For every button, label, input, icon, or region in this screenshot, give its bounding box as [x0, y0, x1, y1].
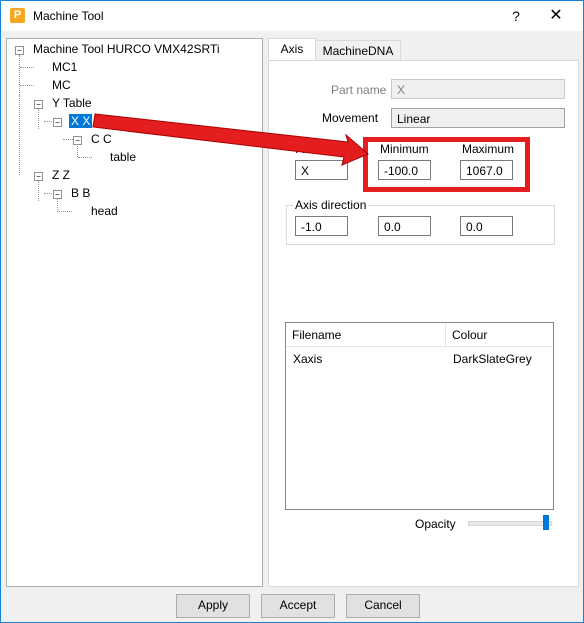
address-label: Address: [296, 142, 341, 156]
collapse-toggle[interactable]: −: [34, 100, 43, 109]
collapse-toggle[interactable]: −: [73, 136, 82, 145]
tree-item-c-c[interactable]: C C: [91, 132, 112, 146]
column-header-filename[interactable]: Filename: [286, 323, 446, 347]
help-button[interactable]: ?: [506, 6, 526, 26]
tree-connector: [77, 144, 78, 157]
axis-direction-z-field[interactable]: 0.0: [460, 216, 513, 236]
window-title: Machine Tool: [33, 9, 104, 23]
tab-machine-dna[interactable]: MachineDNA: [315, 40, 401, 62]
collapse-toggle[interactable]: −: [15, 46, 24, 55]
tree-connector: [58, 211, 72, 212]
tree-connector: [19, 95, 20, 175]
tree-item-mc[interactable]: MC: [52, 78, 71, 92]
opacity-slider-track[interactable]: [468, 521, 552, 526]
collapse-toggle[interactable]: −: [53, 190, 62, 199]
tree-item-head[interactable]: head: [91, 204, 118, 218]
app-icon: P: [10, 8, 25, 23]
opacity-label: Opacity: [415, 517, 456, 531]
accept-button[interactable]: Accept: [261, 594, 335, 618]
files-table[interactable]: Filename Colour Xaxis DarkSlateGrey: [285, 322, 554, 510]
machine-tree[interactable]: − Machine Tool HURCO VMX42SRTi MC1 MC − …: [6, 38, 263, 587]
tree-connector: [20, 85, 34, 86]
tree-item-z-z[interactable]: Z Z: [52, 168, 70, 182]
close-button[interactable]: ✕: [546, 6, 566, 26]
tree-connector: [19, 55, 20, 95]
opacity-slider-thumb[interactable]: [543, 515, 549, 530]
axis-direction-y-field[interactable]: 0.0: [378, 216, 431, 236]
tree-item-b-b[interactable]: B B: [71, 186, 90, 200]
collapse-toggle[interactable]: −: [34, 172, 43, 181]
cancel-button[interactable]: Cancel: [346, 594, 420, 618]
tree-item-mc1[interactable]: MC1: [52, 60, 77, 74]
tree-item-y-table[interactable]: Y Table: [52, 96, 92, 110]
column-header-colour[interactable]: Colour: [446, 323, 553, 347]
movement-select[interactable]: Linear: [391, 108, 565, 128]
tab-axis[interactable]: Axis: [268, 38, 316, 62]
tree-connector: [63, 139, 73, 140]
tree-connector: [20, 67, 34, 68]
table-cell-colour[interactable]: DarkSlateGrey: [453, 352, 532, 366]
part-name-label: Part name: [331, 83, 387, 97]
address-field[interactable]: X: [295, 160, 348, 180]
collapse-toggle[interactable]: −: [53, 118, 62, 127]
tree-connector: [38, 109, 39, 129]
table-cell-filename[interactable]: Xaxis: [293, 352, 322, 366]
tree-connector: [78, 157, 92, 158]
axis-direction-label: Axis direction: [293, 198, 369, 212]
tree-connector: [38, 181, 39, 201]
title-bar: P Machine Tool ? ✕: [1, 1, 583, 31]
tree-item-root[interactable]: Machine Tool HURCO VMX42SRTi: [33, 42, 220, 56]
tree-item-x-x[interactable]: X X: [69, 114, 93, 128]
annotation-highlight-box: [363, 137, 530, 192]
tree-item-table[interactable]: table: [110, 150, 136, 164]
movement-label: Movement: [322, 111, 379, 125]
part-name-field: X: [391, 79, 565, 99]
apply-button[interactable]: Apply: [176, 594, 250, 618]
axis-direction-x-field[interactable]: -1.0: [295, 216, 348, 236]
